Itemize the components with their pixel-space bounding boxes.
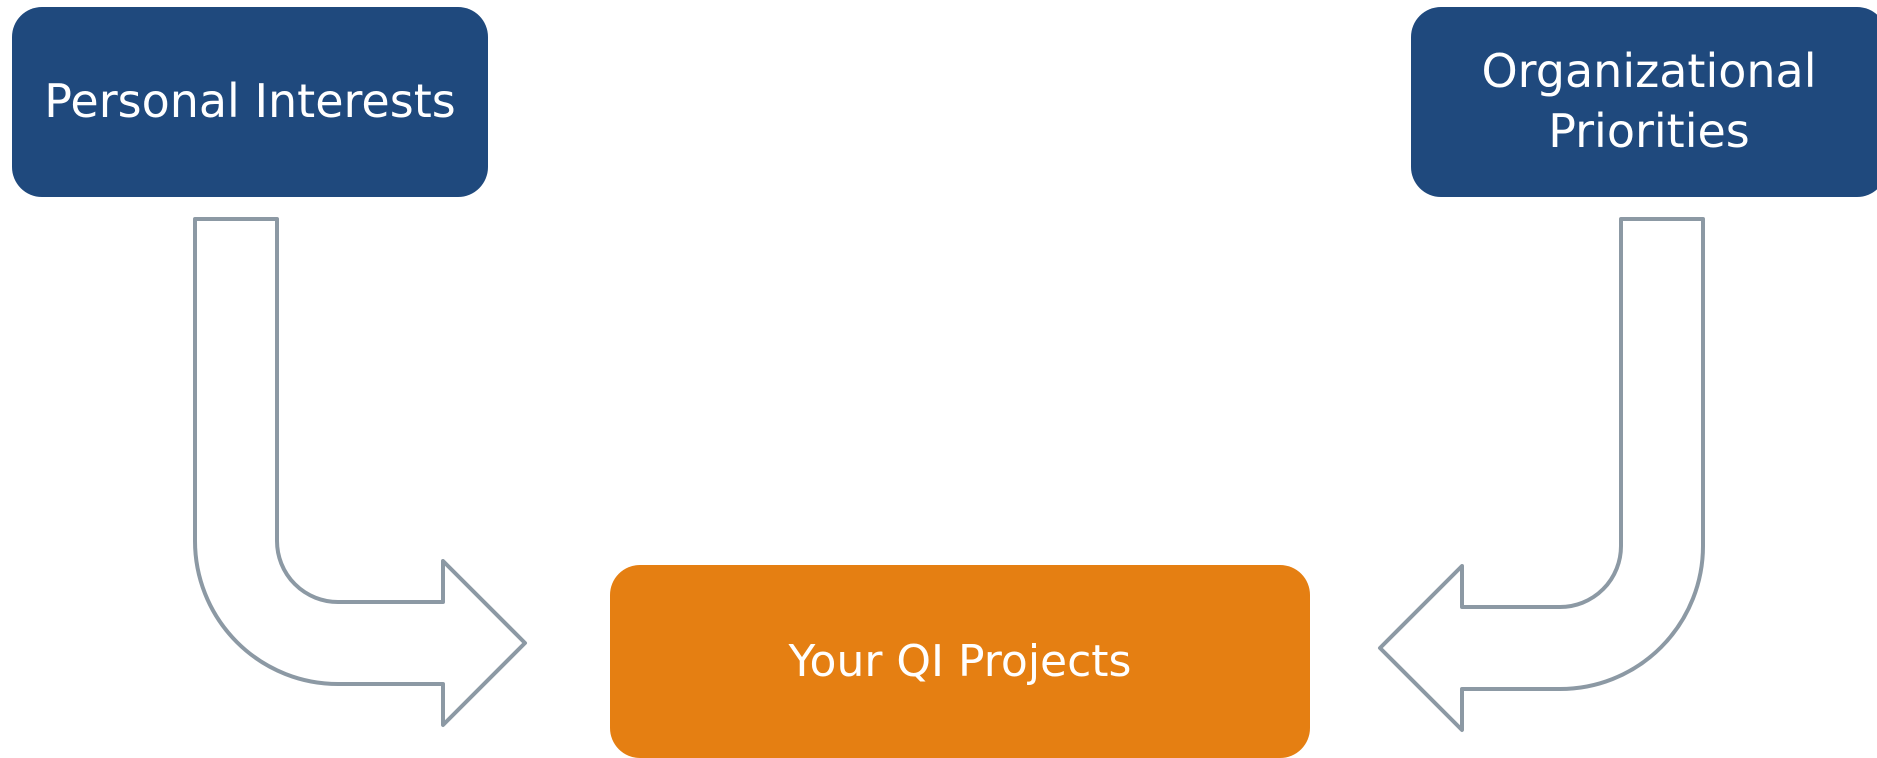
arrow-personal-to-projects: [193, 217, 527, 727]
diagram-canvas: Personal Interests Organizational Priori…: [0, 0, 1877, 758]
node-your-qi-projects-label: Your QI Projects: [788, 635, 1132, 687]
node-your-qi-projects: Your QI Projects: [610, 565, 1310, 758]
node-personal-interests-label: Personal Interests: [44, 74, 456, 129]
node-organizational-priorities: Organizational Priorities: [1411, 7, 1877, 197]
node-personal-interests: Personal Interests: [12, 7, 488, 197]
arrow-org-to-projects: [1378, 217, 1705, 732]
node-organizational-priorities-label: Organizational Priorities: [1481, 44, 1817, 158]
